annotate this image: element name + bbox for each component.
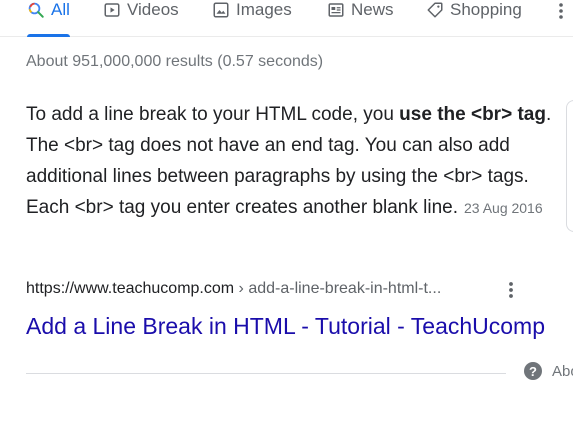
- tab-label: Shopping: [450, 0, 522, 19]
- image-icon: [213, 2, 229, 18]
- result-site: https://www.teachucomp.com: [26, 280, 235, 297]
- tab-all[interactable]: All: [27, 0, 70, 37]
- more-options-icon[interactable]: [503, 280, 519, 300]
- divider: [26, 373, 506, 374]
- side-panel-edge: [566, 100, 573, 232]
- snippet-highlight: use the <br> tag: [399, 104, 546, 125]
- search-tabs: All Videos Images News Shopping: [0, 0, 573, 37]
- about-label: About: [552, 362, 573, 380]
- result-stats: About 951,000,000 results (0.57 seconds): [26, 53, 324, 70]
- tab-label: Images: [236, 0, 292, 19]
- tab-label: Videos: [127, 0, 179, 19]
- result-path: › add-a-line-break-in-html-t...: [234, 280, 442, 297]
- tab-label: All: [51, 0, 70, 19]
- about-featured-snippets[interactable]: ? About: [524, 362, 573, 380]
- result-url[interactable]: https://www.teachucomp.com › add-a-line-…: [26, 280, 441, 298]
- result-title-link[interactable]: Add a Line Break in HTML - Tutorial - Te…: [26, 311, 545, 341]
- tab-label: News: [351, 0, 394, 19]
- help-icon: ?: [524, 362, 542, 380]
- search-icon: [28, 2, 44, 18]
- snippet-text: To add a line break to your HTML code, y…: [26, 104, 400, 125]
- tab-videos[interactable]: Videos: [103, 0, 179, 36]
- more-tabs-icon[interactable]: [557, 2, 565, 20]
- snippet-date: 23 Aug 2016: [464, 200, 543, 216]
- featured-snippet-text: To add a line break to your HTML code, y…: [26, 99, 556, 224]
- tab-news[interactable]: News: [327, 0, 394, 36]
- tab-images[interactable]: Images: [212, 0, 292, 36]
- news-icon: [328, 3, 344, 17]
- video-icon: [104, 3, 120, 17]
- active-tab-indicator: [27, 34, 70, 37]
- tab-shopping[interactable]: Shopping: [426, 0, 522, 36]
- tag-icon: [427, 2, 443, 18]
